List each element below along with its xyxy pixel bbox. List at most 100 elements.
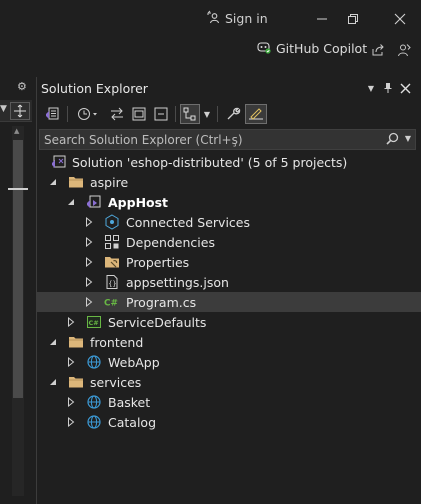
title-bar: Sign in	[0, 0, 421, 38]
tree-item-label: Catalog	[108, 414, 157, 430]
gear-icon[interactable]: ⚙	[17, 80, 27, 93]
toolbar-separator	[217, 106, 218, 122]
tree-item-aspire[interactable]: aspire	[37, 172, 421, 192]
svg-text:C#: C#	[89, 319, 99, 327]
home-button[interactable]	[43, 104, 63, 124]
clock-icon	[78, 108, 97, 120]
minimize-button[interactable]	[312, 9, 332, 29]
search-input[interactable]	[44, 132, 374, 147]
tree-item-connected-services[interactable]: Connected Services	[37, 212, 421, 232]
search-icon[interactable]	[386, 132, 399, 148]
search-solution-explorer[interactable]: ▼	[39, 129, 416, 150]
sign-in-button[interactable]: Sign in	[206, 10, 268, 27]
close-icon	[400, 83, 410, 93]
collapsed-arrow-icon[interactable]	[65, 396, 77, 408]
restore-icon	[348, 14, 358, 24]
properties-button[interactable]	[223, 104, 243, 124]
tree-item-service-defaults[interactable]: C# ServiceDefaults	[37, 312, 421, 332]
solution-explorer-toolbar: ▼	[37, 101, 421, 127]
github-copilot-button[interactable]: GitHub Copilot	[256, 40, 367, 57]
expanded-arrow-icon[interactable]	[65, 196, 77, 208]
restore-button[interactable]	[343, 9, 363, 29]
collapsed-arrow-icon[interactable]	[65, 316, 77, 328]
svg-text:{}: {}	[108, 280, 116, 288]
expanded-arrow-icon[interactable]	[47, 336, 59, 348]
search-options-dropdown[interactable]: ▼	[405, 134, 411, 143]
folder-icon	[68, 174, 84, 190]
tree-view-icon	[183, 107, 196, 121]
tree-item-properties[interactable]: Properties	[37, 252, 421, 272]
tree-item-label: AppHost	[108, 194, 169, 210]
csharp-file-icon: C#	[104, 294, 120, 310]
tree-item-program-cs[interactable]: C# Program.cs	[37, 292, 421, 312]
show-all-files-button[interactable]	[180, 104, 200, 124]
tree-item-label: Dependencies	[126, 234, 215, 250]
preview-pen-icon	[249, 108, 263, 120]
toolbar-separator	[175, 106, 176, 122]
close-window-button[interactable]	[390, 9, 410, 29]
solution-icon	[51, 154, 67, 170]
window-position-dropdown[interactable]: ▼	[363, 80, 379, 96]
tree-item-appsettings[interactable]: {} appsettings.json	[37, 272, 421, 292]
json-file-icon: {}	[104, 274, 120, 290]
chevron-down-icon[interactable]: ▼	[0, 104, 7, 114]
tree-item-dependencies[interactable]: Dependencies	[37, 232, 421, 252]
scroll-up-icon[interactable]: ▲	[14, 127, 19, 135]
refresh-button[interactable]	[129, 104, 149, 124]
expanded-arrow-icon[interactable]	[47, 376, 59, 388]
tree-item-apphost[interactable]: AppHost	[37, 192, 421, 212]
tree-item-label: appsettings.json	[126, 274, 229, 290]
tree-item-services[interactable]: services	[37, 372, 421, 392]
sign-in-label: Sign in	[225, 11, 268, 26]
left-scrollbar-thumb[interactable]	[13, 140, 23, 398]
close-icon	[394, 13, 406, 25]
toolbar-separator	[67, 106, 68, 122]
copilot-label: GitHub Copilot	[276, 41, 368, 56]
sync-with-active-document-button[interactable]	[107, 104, 127, 124]
tree-item-webapp[interactable]: WebApp	[37, 352, 421, 372]
tree-item-label: Connected Services	[126, 214, 250, 230]
properties-icon	[104, 254, 120, 270]
collapsed-arrow-icon[interactable]	[83, 256, 95, 268]
web-project-icon	[86, 414, 102, 430]
sync-arrows-icon	[111, 107, 123, 121]
solution-home-icon	[46, 107, 59, 120]
tree-item-frontend[interactable]: frontend	[37, 332, 421, 352]
collapsed-arrow-icon[interactable]	[83, 276, 95, 288]
expanded-arrow-icon[interactable]	[47, 176, 59, 188]
collapsed-arrow-icon[interactable]	[65, 416, 77, 428]
split-view-button[interactable]	[10, 102, 30, 120]
window-stack-icon	[132, 107, 146, 121]
tree-item-basket[interactable]: Basket	[37, 392, 421, 412]
pending-changes-filter-button[interactable]	[73, 104, 103, 124]
collapse-all-button[interactable]	[151, 104, 171, 124]
folder-icon	[68, 334, 84, 350]
web-project-icon	[86, 354, 102, 370]
tree-item-catalog[interactable]: Catalog	[37, 412, 421, 432]
scroll-position-marker	[8, 188, 28, 190]
close-panel-button[interactable]	[397, 80, 413, 96]
folder-icon	[68, 374, 84, 390]
feedback-button[interactable]	[395, 41, 413, 59]
collapsed-arrow-icon[interactable]	[65, 356, 77, 368]
share-icon	[372, 44, 384, 56]
panel-title: Solution Explorer	[41, 80, 148, 96]
collapsed-arrow-icon[interactable]	[83, 216, 95, 228]
tree-item-label: services	[90, 374, 142, 390]
tree-item-label: ServiceDefaults	[108, 314, 207, 330]
preview-selected-items-button[interactable]	[245, 104, 267, 124]
tree-item-label: Solution 'eshop-distributed' (5 of 5 pro…	[72, 154, 348, 170]
tree-item-label: WebApp	[108, 354, 160, 370]
collapse-all-icon	[154, 107, 168, 121]
collapsed-arrow-icon[interactable]	[83, 236, 95, 248]
chevron-down-icon: ▼	[367, 83, 375, 93]
tree-item-label: Basket	[108, 394, 151, 410]
pin-button[interactable]	[380, 80, 396, 96]
collapsed-arrow-icon[interactable]	[83, 296, 95, 308]
share-button[interactable]	[369, 41, 387, 59]
view-options-dropdown[interactable]: ▼	[202, 104, 212, 124]
connected-services-icon	[104, 214, 120, 230]
minimize-icon	[317, 18, 327, 20]
solution-explorer-panel: Solution Explorer ▼ ▼ Search Solution Ex…	[36, 77, 421, 504]
tree-item-solution[interactable]: Solution 'eshop-distributed' (5 of 5 pro…	[37, 152, 421, 172]
